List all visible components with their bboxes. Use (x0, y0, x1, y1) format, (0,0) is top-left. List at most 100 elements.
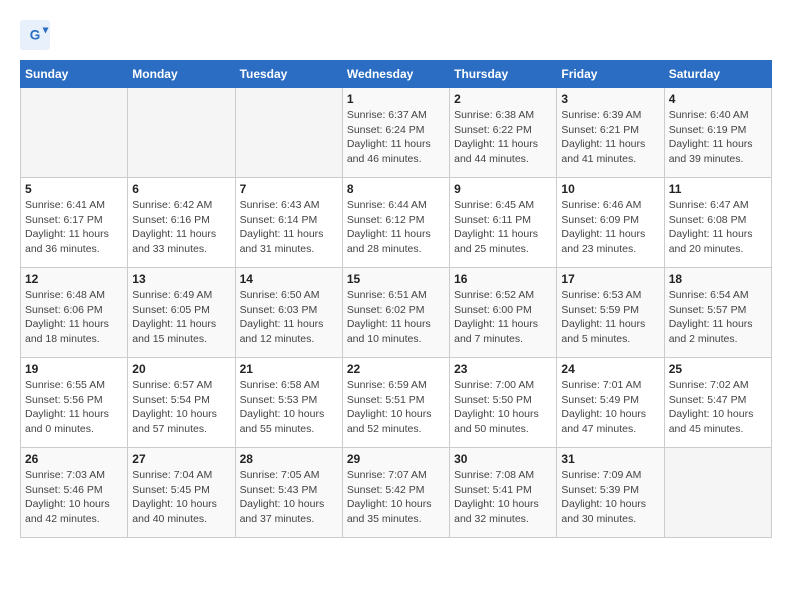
day-number: 1 (347, 92, 445, 106)
day-number: 12 (25, 272, 123, 286)
calendar-day-1: 1 Sunrise: 6:37 AM Sunset: 6:24 PM Daylig… (342, 88, 449, 178)
day-number: 7 (240, 182, 338, 196)
day-info: Sunrise: 6:50 AM Sunset: 6:03 PM Dayligh… (240, 288, 338, 347)
day-number: 11 (669, 182, 767, 196)
page-header: G (20, 20, 772, 50)
calendar-day-7: 7 Sunrise: 6:43 AM Sunset: 6:14 PM Daylig… (235, 178, 342, 268)
calendar-day-9: 9Sunrise: 6:45 AM Sunset: 6:11 PM Daylig… (450, 178, 557, 268)
day-number: 18 (669, 272, 767, 286)
col-header-thursday: Thursday (450, 61, 557, 88)
day-info: Sunrise: 6:53 AM Sunset: 5:59 PM Dayligh… (561, 288, 659, 347)
day-number: 30 (454, 452, 552, 466)
calendar-week-2: 5Sunrise: 6:41 AM Sunset: 6:17 PM Daylig… (21, 178, 772, 268)
calendar-empty (128, 88, 235, 178)
col-header-sunday: Sunday (21, 61, 128, 88)
calendar-week-1: 1 Sunrise: 6:37 AM Sunset: 6:24 PM Daylig… (21, 88, 772, 178)
day-info: Sunrise: 6:38 AM Sunset: 6:22 PM Dayligh… (454, 108, 552, 167)
calendar-day-11: 11 Sunrise: 6:47 AM Sunset: 6:08 PM Dayli… (664, 178, 771, 268)
day-info: Sunrise: 7:03 AM Sunset: 5:46 PM Dayligh… (25, 468, 123, 527)
calendar-week-4: 19 Sunrise: 6:55 AM Sunset: 5:56 PM Dayli… (21, 358, 772, 448)
day-info: Sunrise: 7:09 AM Sunset: 5:39 PM Dayligh… (561, 468, 659, 527)
day-info: Sunrise: 6:40 AM Sunset: 6:19 PM Dayligh… (669, 108, 767, 167)
calendar-day-28: 28 Sunrise: 7:05 AM Sunset: 5:43 PM Dayli… (235, 448, 342, 538)
col-header-friday: Friday (557, 61, 664, 88)
calendar-day-31: 31 Sunrise: 7:09 AM Sunset: 5:39 PM Dayli… (557, 448, 664, 538)
calendar-day-26: 26 Sunrise: 7:03 AM Sunset: 5:46 PM Dayli… (21, 448, 128, 538)
day-info: Sunrise: 7:01 AM Sunset: 5:49 PM Dayligh… (561, 378, 659, 437)
col-header-monday: Monday (128, 61, 235, 88)
logo: G (20, 20, 54, 50)
calendar-day-5: 5Sunrise: 6:41 AM Sunset: 6:17 PM Daylig… (21, 178, 128, 268)
calendar-day-12: 12Sunrise: 6:48 AM Sunset: 6:06 PM Dayli… (21, 268, 128, 358)
day-info: Sunrise: 7:04 AM Sunset: 5:45 PM Dayligh… (132, 468, 230, 527)
day-info: Sunrise: 6:59 AM Sunset: 5:51 PM Dayligh… (347, 378, 445, 437)
day-number: 25 (669, 362, 767, 376)
calendar-day-14: 14 Sunrise: 6:50 AM Sunset: 6:03 PM Dayli… (235, 268, 342, 358)
col-header-tuesday: Tuesday (235, 61, 342, 88)
calendar-day-15: 15 Sunrise: 6:51 AM Sunset: 6:02 PM Dayli… (342, 268, 449, 358)
day-number: 21 (240, 362, 338, 376)
calendar-day-16: 16 Sunrise: 6:52 AM Sunset: 6:00 PM Dayli… (450, 268, 557, 358)
calendar-day-27: 27 Sunrise: 7:04 AM Sunset: 5:45 PM Dayli… (128, 448, 235, 538)
day-number: 4 (669, 92, 767, 106)
calendar-empty (664, 448, 771, 538)
day-info: Sunrise: 7:00 AM Sunset: 5:50 PM Dayligh… (454, 378, 552, 437)
day-number: 31 (561, 452, 659, 466)
calendar-day-24: 24 Sunrise: 7:01 AM Sunset: 5:49 PM Dayli… (557, 358, 664, 448)
day-info: Sunrise: 6:46 AM Sunset: 6:09 PM Dayligh… (561, 198, 659, 257)
day-info: Sunrise: 6:58 AM Sunset: 5:53 PM Dayligh… (240, 378, 338, 437)
day-number: 10 (561, 182, 659, 196)
day-info: Sunrise: 6:47 AM Sunset: 6:08 PM Dayligh… (669, 198, 767, 257)
day-number: 15 (347, 272, 445, 286)
calendar-day-13: 13 Sunrise: 6:49 AM Sunset: 6:05 PM Dayli… (128, 268, 235, 358)
day-info: Sunrise: 6:52 AM Sunset: 6:00 PM Dayligh… (454, 288, 552, 347)
day-info: Sunrise: 6:54 AM Sunset: 5:57 PM Dayligh… (669, 288, 767, 347)
calendar-day-3: 3Sunrise: 6:39 AM Sunset: 6:21 PM Daylig… (557, 88, 664, 178)
day-info: Sunrise: 7:05 AM Sunset: 5:43 PM Dayligh… (240, 468, 338, 527)
calendar-day-17: 17Sunrise: 6:53 AM Sunset: 5:59 PM Dayli… (557, 268, 664, 358)
calendar-day-23: 23Sunrise: 7:00 AM Sunset: 5:50 PM Dayli… (450, 358, 557, 448)
day-number: 8 (347, 182, 445, 196)
day-number: 3 (561, 92, 659, 106)
calendar-header-row: SundayMondayTuesdayWednesdayThursdayFrid… (21, 61, 772, 88)
day-number: 24 (561, 362, 659, 376)
calendar-empty (235, 88, 342, 178)
day-info: Sunrise: 6:51 AM Sunset: 6:02 PM Dayligh… (347, 288, 445, 347)
day-number: 20 (132, 362, 230, 376)
day-number: 5 (25, 182, 123, 196)
day-number: 22 (347, 362, 445, 376)
day-info: Sunrise: 6:44 AM Sunset: 6:12 PM Dayligh… (347, 198, 445, 257)
day-number: 27 (132, 452, 230, 466)
day-number: 28 (240, 452, 338, 466)
day-number: 29 (347, 452, 445, 466)
day-info: Sunrise: 6:37 AM Sunset: 6:24 PM Dayligh… (347, 108, 445, 167)
day-info: Sunrise: 7:08 AM Sunset: 5:41 PM Dayligh… (454, 468, 552, 527)
day-number: 2 (454, 92, 552, 106)
day-info: Sunrise: 7:07 AM Sunset: 5:42 PM Dayligh… (347, 468, 445, 527)
calendar-week-3: 12Sunrise: 6:48 AM Sunset: 6:06 PM Dayli… (21, 268, 772, 358)
day-info: Sunrise: 6:45 AM Sunset: 6:11 PM Dayligh… (454, 198, 552, 257)
calendar-day-10: 10 Sunrise: 6:46 AM Sunset: 6:09 PM Dayli… (557, 178, 664, 268)
calendar-day-6: 6 Sunrise: 6:42 AM Sunset: 6:16 PM Daylig… (128, 178, 235, 268)
day-number: 26 (25, 452, 123, 466)
calendar-day-30: 30 Sunrise: 7:08 AM Sunset: 5:41 PM Dayli… (450, 448, 557, 538)
day-number: 19 (25, 362, 123, 376)
day-number: 6 (132, 182, 230, 196)
day-info: Sunrise: 6:55 AM Sunset: 5:56 PM Dayligh… (25, 378, 123, 437)
calendar-day-2: 2 Sunrise: 6:38 AM Sunset: 6:22 PM Daylig… (450, 88, 557, 178)
calendar-day-18: 18 Sunrise: 6:54 AM Sunset: 5:57 PM Dayli… (664, 268, 771, 358)
day-number: 16 (454, 272, 552, 286)
calendar-empty (21, 88, 128, 178)
col-header-wednesday: Wednesday (342, 61, 449, 88)
calendar-day-25: 25Sunrise: 7:02 AM Sunset: 5:47 PM Dayli… (664, 358, 771, 448)
calendar-day-19: 19 Sunrise: 6:55 AM Sunset: 5:56 PM Dayli… (21, 358, 128, 448)
day-info: Sunrise: 6:49 AM Sunset: 6:05 PM Dayligh… (132, 288, 230, 347)
day-number: 14 (240, 272, 338, 286)
day-info: Sunrise: 6:42 AM Sunset: 6:16 PM Dayligh… (132, 198, 230, 257)
svg-text:G: G (30, 28, 41, 43)
day-info: Sunrise: 6:43 AM Sunset: 6:14 PM Dayligh… (240, 198, 338, 257)
calendar-day-21: 21 Sunrise: 6:58 AM Sunset: 5:53 PM Dayli… (235, 358, 342, 448)
day-info: Sunrise: 6:57 AM Sunset: 5:54 PM Dayligh… (132, 378, 230, 437)
logo-icon: G (20, 20, 50, 50)
day-number: 13 (132, 272, 230, 286)
